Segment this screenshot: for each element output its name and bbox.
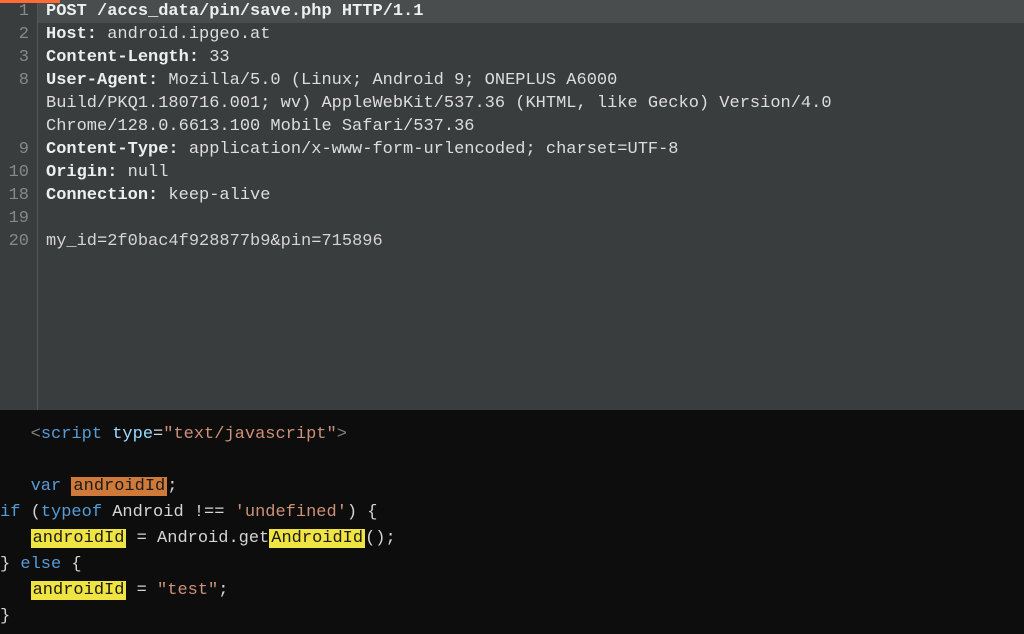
header-user-agent: User-Agent: Mozilla/5.0 (Linux; Android … bbox=[46, 69, 1024, 92]
tab-accent bbox=[0, 0, 60, 3]
request-body: my_id=2f0bac4f928877b9&pin=715896 bbox=[46, 230, 1024, 253]
line-number: 2 bbox=[0, 23, 29, 46]
javascript-snippet-pane: <script type="text/javascript"> var andr… bbox=[0, 410, 1024, 634]
header-content-type: Content-Type: application/x-www-form-url… bbox=[46, 138, 1024, 161]
script-open-tag: <script type="text/javascript"> bbox=[0, 422, 1024, 448]
request-line: POST /accs_data/pin/save.php HTTP/1.1 bbox=[38, 0, 1024, 23]
blank-line bbox=[46, 207, 1024, 230]
if-statement: if (typeof Android !== 'undefined') { bbox=[0, 500, 1024, 526]
close-brace: } bbox=[0, 604, 1024, 630]
androidId-highlight: androidId bbox=[71, 477, 167, 496]
else-statement: } else { bbox=[0, 552, 1024, 578]
header-host: Host: android.ipgeo.at bbox=[46, 23, 1024, 46]
line-number: 8 bbox=[0, 69, 29, 92]
var-declaration: var androidId; bbox=[0, 474, 1024, 500]
line-number: 1 bbox=[0, 0, 29, 23]
line-number: 3 bbox=[0, 46, 29, 69]
androidId-highlight: androidId bbox=[31, 581, 127, 600]
line-number: 10 bbox=[0, 161, 29, 184]
line-number: 19 bbox=[0, 207, 29, 230]
http-request-pane: 1 2 3 8 9 10 18 19 20 POST /accs_data/pi… bbox=[0, 0, 1024, 410]
line-number: 9 bbox=[0, 138, 29, 161]
header-user-agent-cont: Build/PKQ1.180716.001; wv) AppleWebKit/5… bbox=[46, 92, 1024, 115]
line-number-gutter: 1 2 3 8 9 10 18 19 20 bbox=[0, 0, 38, 410]
header-connection: Connection: keep-alive bbox=[46, 184, 1024, 207]
header-content-length: Content-Length: 33 bbox=[46, 46, 1024, 69]
http-request-body[interactable]: POST /accs_data/pin/save.php HTTP/1.1 Ho… bbox=[38, 0, 1024, 410]
androidId-assign2: androidId = "test"; bbox=[0, 578, 1024, 604]
androidId-assign: androidId = Android.getAndroidId(); bbox=[0, 526, 1024, 552]
line-number: 20 bbox=[0, 230, 29, 253]
header-user-agent-cont: Chrome/128.0.6613.100 Mobile Safari/537.… bbox=[46, 115, 1024, 138]
line-number bbox=[0, 92, 29, 115]
line-number: 18 bbox=[0, 184, 29, 207]
blank-line bbox=[0, 448, 1024, 474]
androidId-highlight: androidId bbox=[31, 529, 127, 548]
line-number bbox=[0, 115, 29, 138]
androidId-highlight: AndroidId bbox=[269, 529, 365, 548]
header-origin: Origin: null bbox=[46, 161, 1024, 184]
